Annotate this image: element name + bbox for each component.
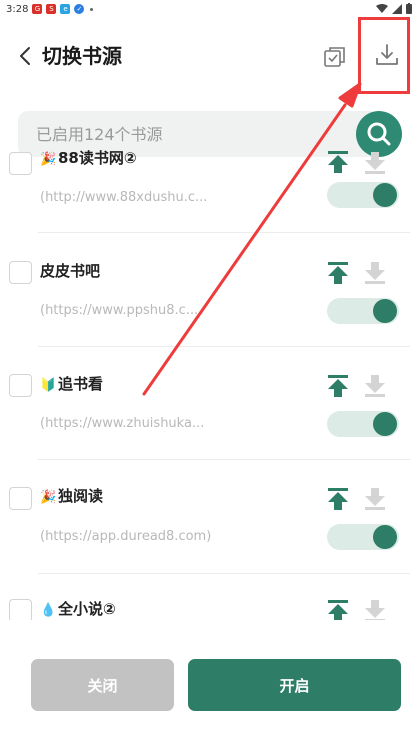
- chevron-left-icon: [20, 47, 30, 65]
- toggle-knob: [373, 183, 397, 207]
- move-to-top-icon[interactable]: [325, 598, 351, 620]
- divider: [38, 346, 410, 347]
- source-emoji-icon: 🎉: [40, 490, 57, 505]
- back-button[interactable]: [14, 42, 36, 70]
- source-checkbox[interactable]: [9, 599, 32, 620]
- open-button[interactable]: 开启: [188, 659, 401, 711]
- source-url: (http://www.88xdushu.c...: [40, 190, 208, 205]
- copy-icon: [324, 47, 345, 67]
- divider: [38, 232, 410, 233]
- source-name: 🎉 88读书网②: [40, 150, 137, 171]
- enable-toggle[interactable]: [327, 182, 399, 208]
- move-to-top-icon[interactable]: [325, 260, 351, 286]
- notification-icon: G: [32, 4, 43, 14]
- move-to-top-icon[interactable]: [325, 150, 351, 175]
- source-name: 🎉 独阅读: [40, 485, 103, 509]
- move-to-top-icon[interactable]: [325, 373, 351, 399]
- source-checkbox[interactable]: [9, 374, 32, 397]
- app-notification-icon: ✓: [74, 4, 85, 14]
- source-item: 🎉 独阅读 (https://app.duread8.com): [0, 484, 420, 597]
- move-to-bottom-icon[interactable]: [364, 598, 386, 620]
- source-item: 🎉 88读书网② (http://www.88xdushu.c...: [0, 150, 420, 258]
- signal-icon: [392, 3, 402, 14]
- move-to-top-icon[interactable]: [325, 486, 351, 512]
- app-notification-icon: S: [46, 4, 57, 14]
- source-name: 皮皮书吧: [40, 262, 101, 280]
- source-url: (https://www.ppshu8.c...: [40, 303, 199, 318]
- source-item: 皮皮书吧 (https://www.ppshu8.c...: [0, 258, 420, 371]
- enable-toggle[interactable]: [327, 298, 399, 324]
- source-emoji-icon: 🎉: [40, 152, 57, 167]
- close-button[interactable]: 关闭: [31, 659, 174, 711]
- wifi-icon: [376, 3, 388, 13]
- annotation-highlight-box: [358, 17, 410, 94]
- source-url: (https://app.duread8.com): [40, 529, 212, 544]
- source-item: 🔰 追书看 (https://www.zhuishuka...: [0, 371, 420, 484]
- source-checkbox[interactable]: [9, 261, 32, 284]
- toggle-knob: [373, 525, 397, 549]
- source-item: 💧 全小说②: [0, 597, 420, 620]
- source-name: 💧 全小说②: [40, 598, 116, 620]
- enable-toggle[interactable]: [327, 524, 399, 550]
- app-notification-icon: e: [60, 4, 71, 14]
- toggle-knob: [373, 299, 397, 323]
- move-to-bottom-icon[interactable]: [364, 150, 386, 174]
- status-time: 3:28: [6, 3, 29, 15]
- move-to-bottom-icon[interactable]: [364, 373, 386, 397]
- source-checkbox[interactable]: [9, 487, 32, 510]
- battery-icon: [406, 3, 412, 14]
- toggle-knob: [373, 412, 397, 436]
- more-notifications-icon: [90, 7, 94, 11]
- move-to-bottom-icon[interactable]: [364, 260, 386, 284]
- copy-button[interactable]: [322, 44, 348, 70]
- top-app-bar: 切换书源: [0, 18, 420, 92]
- source-url: (https://www.zhuishuka...: [40, 416, 205, 431]
- move-to-bottom-icon[interactable]: [364, 486, 386, 510]
- source-emoji-icon: 🔰: [40, 378, 57, 393]
- search-input[interactable]: [36, 123, 336, 145]
- source-list: 🎉 88读书网② (http://www.88xdushu.c... 皮皮书吧 (…: [0, 150, 420, 620]
- status-bar: 3:28 G S e ✓: [0, 0, 420, 18]
- divider: [38, 573, 410, 574]
- source-emoji-icon: 💧: [40, 603, 57, 618]
- divider: [38, 459, 410, 460]
- page-title: 切换书源: [42, 44, 122, 68]
- source-name: 🔰 追书看: [40, 373, 103, 397]
- enable-toggle[interactable]: [327, 411, 399, 437]
- source-checkbox[interactable]: [9, 152, 32, 175]
- search-icon: [367, 122, 391, 146]
